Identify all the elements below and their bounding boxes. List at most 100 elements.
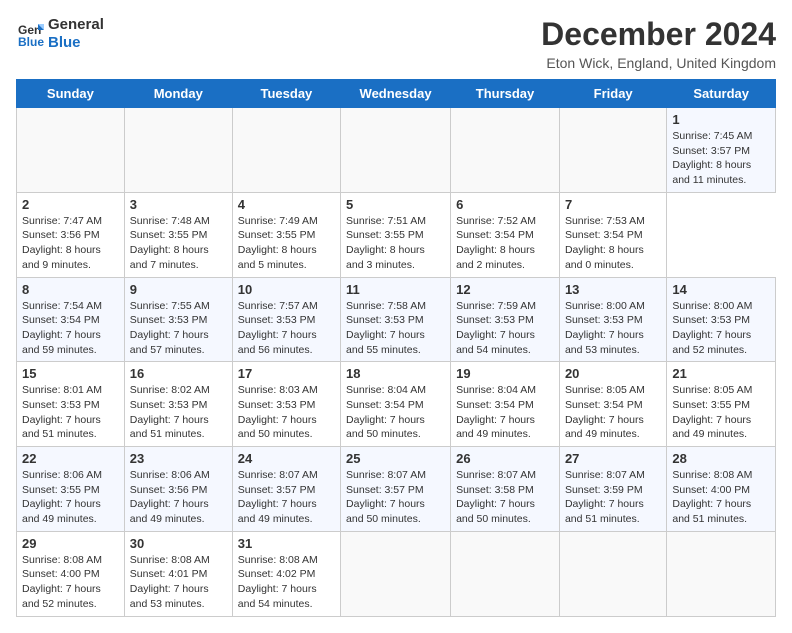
calendar-cell-empty <box>451 108 560 193</box>
calendar-cell: 17 Sunrise: 8:03 AMSunset: 3:53 PMDayligh… <box>232 362 340 447</box>
day-info: Sunrise: 8:00 AMSunset: 3:53 PMDaylight:… <box>565 300 645 356</box>
day-info: Sunrise: 8:05 AMSunset: 3:54 PMDaylight:… <box>565 384 645 440</box>
logo-icon: Gen Blue <box>16 20 44 48</box>
day-info: Sunrise: 8:07 AMSunset: 3:57 PMDaylight:… <box>238 469 318 525</box>
day-info: Sunrise: 7:49 AMSunset: 3:55 PMDaylight:… <box>238 215 318 271</box>
day-number: 30 <box>130 536 227 551</box>
weekday-header: Tuesday <box>232 80 340 108</box>
day-number: 26 <box>456 451 554 466</box>
day-number: 17 <box>238 366 335 381</box>
day-number: 13 <box>565 282 661 297</box>
day-info: Sunrise: 8:08 AMSunset: 4:00 PMDaylight:… <box>22 554 102 610</box>
calendar-header-row: SundayMondayTuesdayWednesdayThursdayFrid… <box>17 80 776 108</box>
calendar-cell: 29Sunrise: 8:08 AMSunset: 4:00 PMDayligh… <box>17 531 125 616</box>
title-block: December 2024 Eton Wick, England, United… <box>541 16 776 71</box>
day-number: 6 <box>456 197 554 212</box>
day-number: 2 <box>22 197 119 212</box>
weekday-header: Wednesday <box>341 80 451 108</box>
calendar-cell-empty <box>451 531 560 616</box>
day-number: 11 <box>346 282 445 297</box>
calendar-cell: 19Sunrise: 8:04 AMSunset: 3:54 PMDayligh… <box>451 362 560 447</box>
weekday-header: Monday <box>124 80 232 108</box>
calendar-cell-empty <box>341 531 451 616</box>
day-number: 21 <box>672 366 770 381</box>
calendar-cell-empty <box>17 108 125 193</box>
location: Eton Wick, England, United Kingdom <box>541 55 776 71</box>
day-number: 20 <box>565 366 661 381</box>
day-number: 15 <box>22 366 119 381</box>
day-info: Sunrise: 8:08 AMSunset: 4:02 PMDaylight:… <box>238 554 318 610</box>
day-number: 16 <box>130 366 227 381</box>
day-info: Sunrise: 8:08 AMSunset: 4:01 PMDaylight:… <box>130 554 210 610</box>
svg-text:Blue: Blue <box>18 35 44 48</box>
logo-line2: Blue <box>48 34 104 52</box>
calendar-cell: 10Sunrise: 7:57 AMSunset: 3:53 PMDayligh… <box>232 277 340 362</box>
day-info: Sunrise: 7:59 AMSunset: 3:53 PMDaylight:… <box>456 300 536 356</box>
calendar-cell-empty <box>124 108 232 193</box>
day-number: 10 <box>238 282 335 297</box>
calendar-cell: 28Sunrise: 8:08 AMSunset: 4:00 PMDayligh… <box>667 447 776 532</box>
page-header: Gen Blue General Blue December 2024 Eton… <box>16 16 776 71</box>
day-info: Sunrise: 8:04 AMSunset: 3:54 PMDaylight:… <box>456 384 536 440</box>
calendar-cell: 18 Sunrise: 8:04 AMSunset: 3:54 PMDayligh… <box>341 362 451 447</box>
calendar-week-row: 29Sunrise: 8:08 AMSunset: 4:00 PMDayligh… <box>17 531 776 616</box>
calendar-cell: 30 Sunrise: 8:08 AMSunset: 4:01 PMDayligh… <box>124 531 232 616</box>
day-number: 4 <box>238 197 335 212</box>
day-number: 8 <box>22 282 119 297</box>
day-number: 22 <box>22 451 119 466</box>
calendar-cell: 9Sunrise: 7:55 AMSunset: 3:53 PMDaylight… <box>124 277 232 362</box>
calendar-week-row: 1Sunrise: 7:45 AMSunset: 3:57 PMDaylight… <box>17 108 776 193</box>
day-number: 25 <box>346 451 445 466</box>
day-info: Sunrise: 8:01 AMSunset: 3:53 PMDaylight:… <box>22 384 102 440</box>
calendar-cell: 8 Sunrise: 7:54 AMSunset: 3:54 PMDaylight… <box>17 277 125 362</box>
calendar-cell: 5Sunrise: 7:51 AMSunset: 3:55 PMDaylight… <box>341 192 451 277</box>
day-info: Sunrise: 8:07 AMSunset: 3:57 PMDaylight:… <box>346 469 426 525</box>
weekday-header: Friday <box>559 80 666 108</box>
calendar-cell: 13 Sunrise: 8:00 AMSunset: 3:53 PMDayligh… <box>559 277 666 362</box>
day-info: Sunrise: 8:07 AMSunset: 3:59 PMDaylight:… <box>565 469 645 525</box>
month-title: December 2024 <box>541 16 776 53</box>
day-number: 7 <box>565 197 661 212</box>
day-info: Sunrise: 8:05 AMSunset: 3:55 PMDaylight:… <box>672 384 752 440</box>
day-info: Sunrise: 7:54 AMSunset: 3:54 PMDaylight:… <box>22 300 102 356</box>
day-number: 31 <box>238 536 335 551</box>
day-info: Sunrise: 8:07 AMSunset: 3:58 PMDaylight:… <box>456 469 536 525</box>
day-info: Sunrise: 8:04 AMSunset: 3:54 PMDaylight:… <box>346 384 426 440</box>
calendar-cell-empty <box>559 108 666 193</box>
calendar-cell: 24 Sunrise: 8:07 AMSunset: 3:57 PMDayligh… <box>232 447 340 532</box>
logo: Gen Blue General Blue <box>16 16 104 52</box>
day-info: Sunrise: 8:06 AMSunset: 3:56 PMDaylight:… <box>130 469 210 525</box>
day-info: Sunrise: 7:53 AMSunset: 3:54 PMDaylight:… <box>565 215 645 271</box>
day-number: 23 <box>130 451 227 466</box>
day-number: 24 <box>238 451 335 466</box>
calendar-cell: 11 Sunrise: 7:58 AMSunset: 3:53 PMDayligh… <box>341 277 451 362</box>
calendar-cell: 27 Sunrise: 8:07 AMSunset: 3:59 PMDayligh… <box>559 447 666 532</box>
calendar-cell: 23 Sunrise: 8:06 AMSunset: 3:56 PMDayligh… <box>124 447 232 532</box>
day-number: 12 <box>456 282 554 297</box>
day-number: 14 <box>672 282 770 297</box>
calendar-cell: 6Sunrise: 7:52 AMSunset: 3:54 PMDaylight… <box>451 192 560 277</box>
calendar-week-row: 2 Sunrise: 7:47 AMSunset: 3:56 PMDaylight… <box>17 192 776 277</box>
day-info: Sunrise: 7:58 AMSunset: 3:53 PMDaylight:… <box>346 300 426 356</box>
calendar-week-row: 22 Sunrise: 8:06 AMSunset: 3:55 PMDayligh… <box>17 447 776 532</box>
calendar-cell-empty <box>232 108 340 193</box>
day-info: Sunrise: 8:06 AMSunset: 3:55 PMDaylight:… <box>22 469 102 525</box>
day-info: Sunrise: 7:45 AMSunset: 3:57 PMDaylight:… <box>672 130 752 186</box>
day-number: 27 <box>565 451 661 466</box>
day-info: Sunrise: 7:55 AMSunset: 3:53 PMDaylight:… <box>130 300 210 356</box>
day-number: 18 <box>346 366 445 381</box>
calendar-table: SundayMondayTuesdayWednesdayThursdayFrid… <box>16 79 776 617</box>
calendar-week-row: 8 Sunrise: 7:54 AMSunset: 3:54 PMDaylight… <box>17 277 776 362</box>
day-info: Sunrise: 8:08 AMSunset: 4:00 PMDaylight:… <box>672 469 752 525</box>
day-info: Sunrise: 7:47 AMSunset: 3:56 PMDaylight:… <box>22 215 102 271</box>
day-number: 5 <box>346 197 445 212</box>
calendar-cell: 12 Sunrise: 7:59 AMSunset: 3:53 PMDayligh… <box>451 277 560 362</box>
calendar-cell: 26 Sunrise: 8:07 AMSunset: 3:58 PMDayligh… <box>451 447 560 532</box>
calendar-cell: 1Sunrise: 7:45 AMSunset: 3:57 PMDaylight… <box>667 108 776 193</box>
day-info: Sunrise: 8:03 AMSunset: 3:53 PMDaylight:… <box>238 384 318 440</box>
calendar-cell: 31 Sunrise: 8:08 AMSunset: 4:02 PMDayligh… <box>232 531 340 616</box>
calendar-cell: 16Sunrise: 8:02 AMSunset: 3:53 PMDayligh… <box>124 362 232 447</box>
weekday-header: Saturday <box>667 80 776 108</box>
logo-line1: General <box>48 16 104 34</box>
weekday-header: Thursday <box>451 80 560 108</box>
